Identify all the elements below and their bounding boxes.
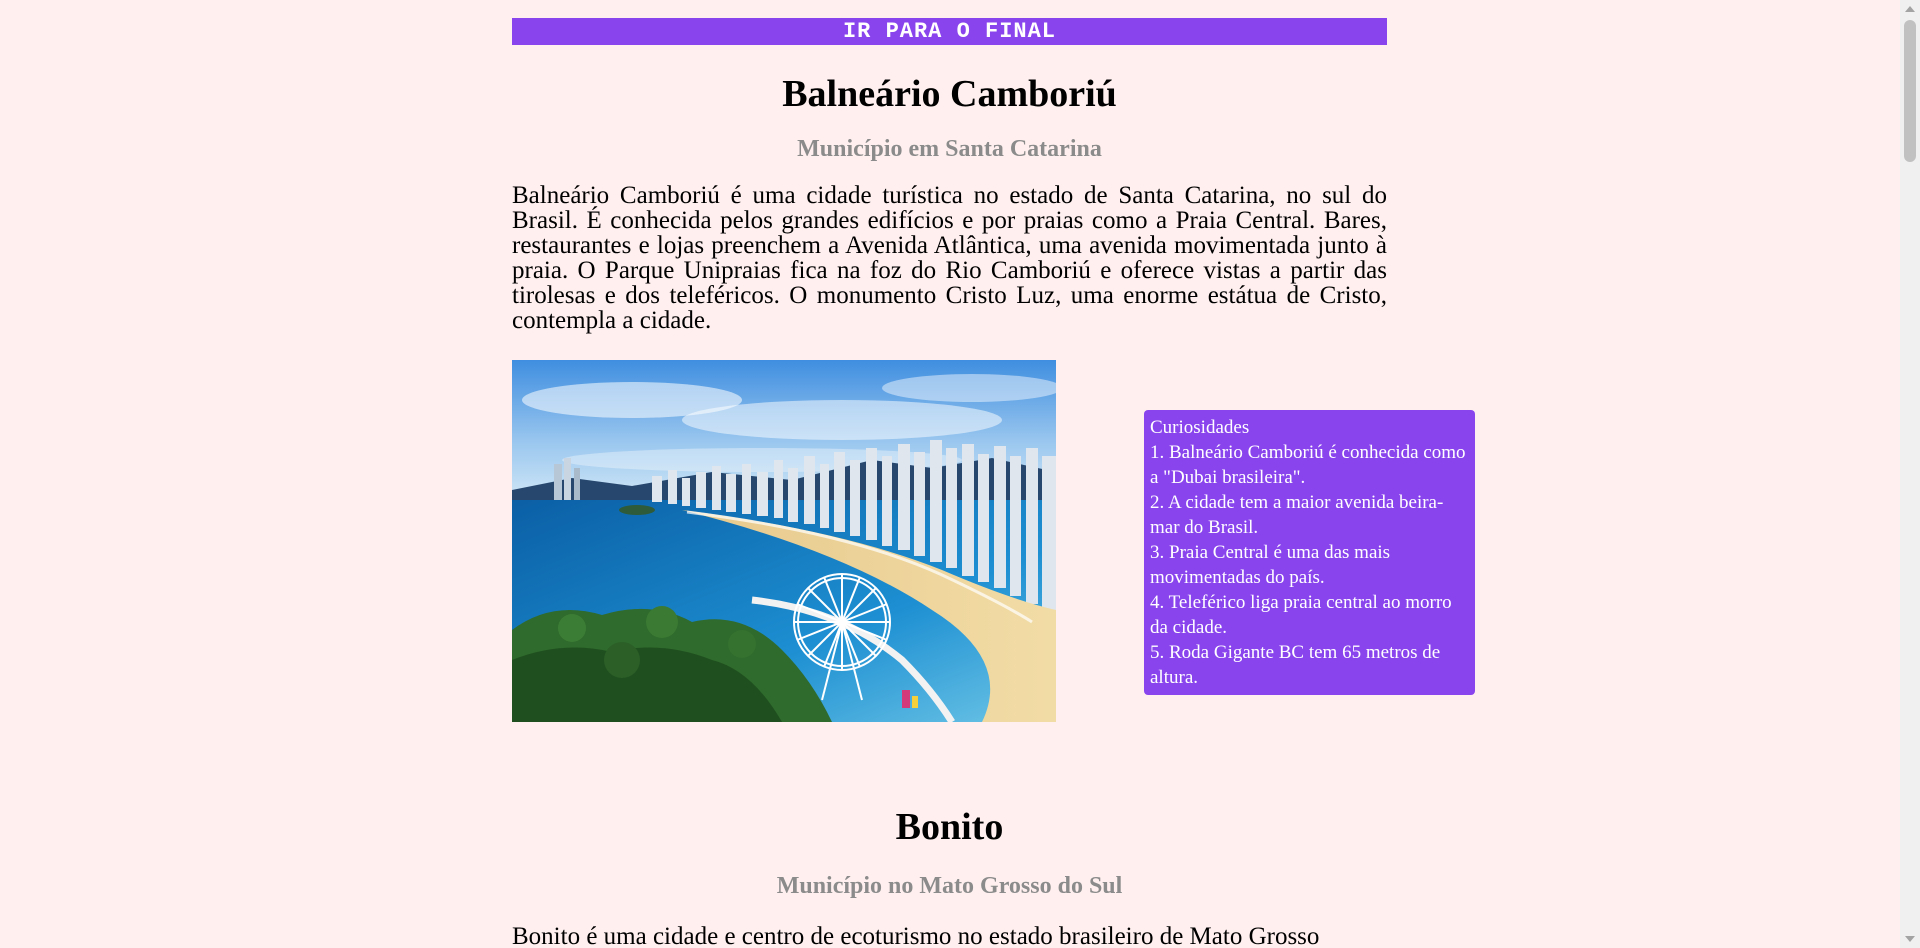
city-title: Balneário Camboriú	[782, 73, 1117, 115]
page-content: IR PARA O FINAL Balneário Camboriú Munic…	[512, 18, 1475, 722]
city-title: Bonito	[895, 806, 1004, 848]
vertical-scrollbar[interactable]	[1900, 0, 1920, 948]
city-section-bonito: Bonito Município no Mato Grosso do Sul B…	[512, 808, 1387, 948]
scroll-up-arrow-icon[interactable]	[1905, 6, 1915, 12]
skip-to-end-link[interactable]: IR PARA O FINAL	[512, 18, 1387, 45]
city-description: Balneário Camboriú é uma cidade turístic…	[512, 182, 1387, 334]
scrollbar-thumb[interactable]	[1904, 20, 1916, 162]
curiosities-box: Curiosidades 1. Balneário Camboriú é con…	[1144, 410, 1475, 695]
city-photo	[512, 360, 1056, 722]
city-description: Bonito é uma cidade e centro de ecoturis…	[512, 924, 1320, 948]
curiosity-item: 3. Praia Central é uma das mais moviment…	[1150, 542, 1391, 588]
curiosity-item: 5. Roda Gigante BC tem 65 metros de altu…	[1150, 642, 1441, 688]
media-row: Curiosidades 1. Balneário Camboriú é con…	[512, 360, 1475, 722]
city-subtitle: Município no Mato Grosso do Sul	[776, 873, 1123, 899]
curiosity-item: 2. A cidade tem a maior avenida beira-ma…	[1150, 492, 1444, 538]
scroll-down-arrow-icon[interactable]	[1905, 936, 1915, 942]
curiosity-item: 4. Teleférico liga praia central ao morr…	[1150, 592, 1452, 638]
curiosities-heading: Curiosidades	[1150, 417, 1250, 438]
city-subtitle: Município em Santa Catarina	[797, 136, 1102, 162]
curiosity-item: 1. Balneário Camboriú é conhecida como a…	[1150, 442, 1466, 488]
